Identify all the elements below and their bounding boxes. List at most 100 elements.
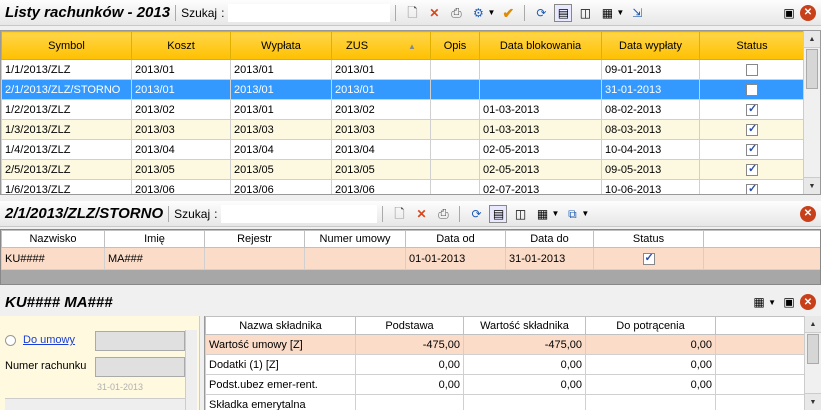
delete-icon[interactable]: ✕ — [425, 4, 443, 22]
status-checkbox[interactable] — [746, 162, 758, 176]
table-row-selected[interactable]: 2/1/2013/ZLZ/STORNO 2013/01 2013/01 2013… — [1, 79, 805, 100]
close-icon[interactable]: ✕ — [800, 4, 816, 21]
column-header-symbol[interactable]: Symbol — [1, 31, 132, 60]
chevron-down-icon[interactable]: ▼ — [487, 8, 495, 17]
numer-rachunku-field[interactable] — [95, 357, 185, 377]
cell-symbol: 2/5/2013/ZLZ — [1, 159, 132, 180]
scroll-up-icon[interactable]: ▲ — [805, 316, 821, 333]
refresh-icon[interactable]: ⟳ — [467, 205, 485, 223]
middle-search-label: Szukaj — [174, 206, 211, 221]
status-checkbox[interactable] — [746, 102, 758, 116]
table-row[interactable]: 1/4/2013/ZLZ 2013/04 2013/04 2013/04 02-… — [1, 139, 805, 160]
new-document-icon[interactable]: 🗋 — [390, 205, 408, 223]
scroll-down-icon[interactable]: ▼ — [804, 177, 820, 194]
horizontal-scrollbar[interactable] — [5, 398, 185, 410]
vertical-scrollbar[interactable]: ▲ ▼ — [803, 31, 820, 194]
table-row[interactable]: Dodatki (1) [Z] 0,00 0,00 0,00 — [205, 354, 806, 375]
column-header-zus[interactable]: ZUS ▲ — [331, 31, 431, 60]
calculator-icon[interactable]: ▣ — [780, 293, 798, 311]
scroll-down-icon[interactable]: ▼ — [805, 393, 821, 410]
columns-icon[interactable]: ◫ — [576, 4, 594, 22]
scrollbar-thumb[interactable] — [807, 334, 819, 364]
copy-icon[interactable]: ⧉ — [563, 205, 581, 223]
cell-symbol: 2/1/2013/ZLZ/STORNO — [1, 79, 132, 100]
status-checkbox[interactable] — [746, 122, 758, 136]
status-checkbox[interactable] — [746, 83, 758, 96]
table-row[interactable]: 1/2/2013/ZLZ 2013/02 2013/01 2013/02 01-… — [1, 99, 805, 120]
table-row[interactable]: Podst.ubez emer-rent. 0,00 0,00 0,00 — [205, 374, 806, 395]
cell-data-blokowania: 01-03-2013 — [479, 119, 602, 140]
cell-koszt: 2013/05 — [131, 159, 231, 180]
column-header-do-potracenia[interactable]: Do potrącenia — [585, 316, 716, 335]
table-row-selected[interactable]: KU#### MA### 01-01-2013 31-01-2013 — [1, 247, 820, 270]
do-umowy-row[interactable]: Do umowy — [5, 334, 75, 346]
column-header-data-od[interactable]: Data od — [405, 230, 506, 248]
cell-numer-umowy — [304, 247, 406, 270]
scroll-up-icon[interactable]: ▲ — [804, 31, 820, 48]
chevron-down-icon[interactable]: ▼ — [616, 8, 624, 17]
close-icon[interactable]: ✕ — [800, 205, 816, 222]
cell-data-blokowania: 01-03-2013 — [479, 99, 602, 120]
column-header-status[interactable]: Status — [593, 230, 704, 248]
column-header-wyplata[interactable]: Wypłata — [230, 31, 332, 60]
column-header-podstawa[interactable]: Podstawa — [355, 316, 464, 335]
do-umowy-radio[interactable] — [5, 334, 16, 346]
middle-search-input[interactable] — [221, 204, 378, 223]
column-header-data-blokowania[interactable]: Data blokowania — [479, 31, 602, 60]
status-checkbox[interactable] — [642, 251, 655, 265]
grid-icon[interactable]: ▦ — [533, 205, 551, 223]
print-icon[interactable]: ⎙ — [434, 205, 452, 223]
chevron-down-icon[interactable]: ▼ — [551, 209, 559, 218]
table-row[interactable]: 2/5/2013/ZLZ 2013/05 2013/05 2013/05 02-… — [1, 159, 805, 180]
chevron-down-icon[interactable]: ▼ — [768, 298, 776, 307]
vertical-scrollbar[interactable] — [185, 330, 197, 410]
column-header-nazwa-skladnika[interactable]: Nazwa składnika — [205, 316, 356, 335]
column-header-status[interactable]: Status — [699, 31, 805, 60]
status-checkbox[interactable] — [746, 142, 758, 156]
filter-icon[interactable]: ▤ — [489, 204, 508, 223]
table-row[interactable]: 1/1/2013/ZLZ 2013/01 2013/01 2013/01 09-… — [1, 59, 805, 80]
column-header-nazwisko[interactable]: Nazwisko — [1, 230, 105, 248]
table-row-selected[interactable]: Wartość umowy [Z] -475,00 -475,00 0,00 — [205, 334, 806, 355]
cell-zus: 2013/05 — [331, 159, 431, 180]
cell-data-wyplaty: 09-05-2013 — [601, 159, 700, 180]
columns-icon[interactable]: ◫ — [511, 205, 529, 223]
checkmark-icon[interactable]: ✔ — [499, 4, 517, 22]
column-header-numer-umowy[interactable]: Numer umowy — [304, 230, 406, 248]
print-icon[interactable]: ⎙ — [447, 4, 465, 22]
cell-symbol: 1/3/2013/ZLZ — [1, 119, 132, 140]
filter-icon[interactable]: ▤ — [554, 3, 573, 22]
column-header-wartosc-skladnika[interactable]: Wartość składnika — [463, 316, 586, 335]
column-header-rejestr[interactable]: Rejestr — [204, 230, 305, 248]
new-document-icon[interactable]: 🗋 — [403, 4, 421, 22]
calculator-icon[interactable]: ▣ — [780, 4, 798, 22]
cell-podstawa — [355, 394, 464, 410]
refresh-icon[interactable]: ⟳ — [532, 4, 550, 22]
column-header-data-wyplaty[interactable]: Data wypłaty — [601, 31, 700, 60]
do-umowy-field[interactable] — [95, 331, 185, 351]
gear-icon[interactable]: ⚙ — [469, 4, 487, 22]
close-icon[interactable]: ✕ — [800, 294, 816, 310]
delete-icon[interactable]: ✕ — [412, 205, 430, 223]
grid-icon[interactable]: ▦ — [598, 4, 616, 22]
vertical-scrollbar[interactable]: ▲ ▼ — [804, 316, 821, 410]
chevron-down-icon[interactable]: ▼ — [581, 209, 589, 218]
column-header-imie[interactable]: Imię — [104, 230, 205, 248]
status-checkbox[interactable] — [746, 182, 758, 194]
sort-ascending-icon: ▲ — [408, 41, 416, 51]
top-search-input[interactable] — [228, 3, 391, 22]
table-row[interactable]: 1/3/2013/ZLZ 2013/03 2013/03 2013/03 01-… — [1, 119, 805, 140]
export-icon[interactable]: ⇲ — [628, 4, 646, 22]
scrollbar-thumb[interactable] — [806, 49, 818, 89]
column-header-koszt[interactable]: Koszt — [131, 31, 231, 60]
cell-data-od: 01-01-2013 — [405, 247, 506, 270]
cell-data-blokowania — [479, 59, 602, 80]
column-header-opis[interactable]: Opis — [430, 31, 480, 60]
table-row[interactable]: Składka emerytalna — [205, 394, 806, 410]
cell-data-blokowania — [479, 79, 602, 100]
status-checkbox[interactable] — [746, 63, 758, 76]
do-umowy-link[interactable]: Do umowy — [23, 334, 75, 346]
column-header-data-do[interactable]: Data do — [505, 230, 594, 248]
table-row[interactable]: 1/6/2013/ZLZ 2013/06 2013/06 2013/06 02-… — [1, 179, 805, 194]
grid-icon[interactable]: ▦ — [750, 293, 768, 311]
